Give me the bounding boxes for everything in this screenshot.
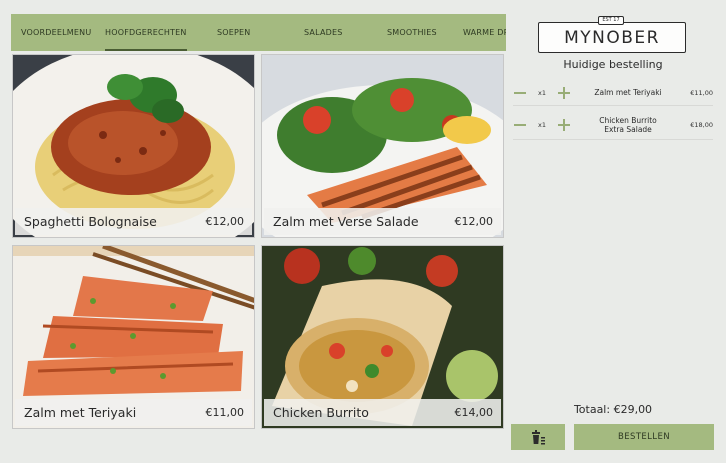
item-price: €11,00 — [690, 88, 713, 97]
product-name: Spaghetti Bolognaise — [24, 214, 157, 229]
product-name: Zalm met Teriyaki — [24, 405, 137, 420]
minus-icon[interactable] — [513, 86, 527, 100]
product-price: €14,00 — [454, 406, 494, 419]
brand-logo: MYNOBER — [538, 22, 686, 53]
plus-icon[interactable] — [557, 86, 571, 100]
tab-soepen[interactable]: SOEPEN — [217, 14, 251, 51]
order-total: Totaal: €29,00 — [573, 403, 653, 416]
product-caption: Chicken Burrito €14,00 — [264, 399, 501, 426]
order-button[interactable]: BESTELLEN — [574, 424, 714, 450]
product-caption: Zalm met Teriyaki €11,00 — [15, 399, 252, 426]
product-card-zalm-teriyaki[interactable]: Zalm met Teriyaki €11,00 — [12, 245, 255, 429]
tab-warme-dranken[interactable]: WARME DR — [463, 14, 506, 51]
tab-salades[interactable]: SALADES — [304, 14, 343, 51]
logo-text: MYNOBER — [564, 27, 660, 48]
minus-icon[interactable] — [513, 118, 527, 132]
logo-badge: EST 17 — [598, 16, 624, 25]
item-quantity: x1 — [538, 120, 546, 129]
product-name: Chicken Burrito — [273, 405, 369, 420]
tab-smoothies[interactable]: SMOOTHIES — [387, 14, 437, 51]
tab-voordeelmenu[interactable]: VOORDEELMENU — [21, 14, 91, 51]
trash-icon — [532, 430, 545, 445]
category-tabbar: VOORDEELMENU HOOFDGERECHTEN SOEPEN SALAD… — [11, 14, 506, 51]
order-title: Huidige bestelling — [563, 58, 663, 71]
product-card-chicken-burrito[interactable]: Chicken Burrito €14,00 — [261, 245, 504, 429]
item-quantity: x1 — [538, 88, 546, 97]
order-item: x1 Chicken Burrito Extra Salade €18,00 — [513, 110, 713, 140]
product-caption: Spaghetti Bolognaise €12,00 — [15, 208, 252, 235]
item-name: Zalm met Teriyaki — [594, 88, 662, 97]
product-price: €12,00 — [205, 215, 245, 228]
clear-order-button[interactable] — [511, 424, 565, 450]
tab-hoofdgerechten[interactable]: HOOFDGERECHTEN — [105, 14, 187, 51]
item-price: €18,00 — [690, 120, 713, 129]
product-card-spaghetti-bolognaise[interactable]: Spaghetti Bolognaise €12,00 — [12, 54, 255, 238]
item-name: Chicken Burrito Extra Salade — [599, 115, 657, 134]
product-price: €11,00 — [205, 406, 245, 419]
order-item: x1 Zalm met Teriyaki €11,00 — [513, 80, 713, 106]
product-price: €12,00 — [454, 215, 494, 228]
plus-icon[interactable] — [557, 118, 571, 132]
product-caption: Zalm met Verse Salade €12,00 — [264, 208, 501, 235]
product-name: Zalm met Verse Salade — [273, 214, 419, 229]
product-card-zalm-verse-salade[interactable]: Zalm met Verse Salade €12,00 — [261, 54, 504, 238]
